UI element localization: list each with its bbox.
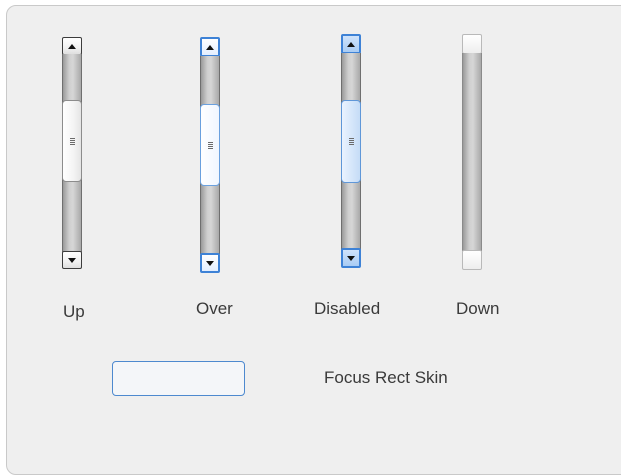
scroll-down-arrow-button <box>341 248 361 268</box>
scroll-up-arrow-button[interactable] <box>200 37 220 57</box>
scrollbar-up-state[interactable] <box>62 37 82 269</box>
grip-icon <box>69 137 75 145</box>
skin-preview-panel <box>6 5 621 475</box>
scrollbar-down-state[interactable] <box>462 34 482 270</box>
scrollbar-label-down: Down <box>456 299 500 318</box>
scroll-thumb <box>341 100 361 183</box>
grip-icon <box>207 141 213 149</box>
scrollbar-disabled-state <box>341 34 361 270</box>
scrollbar-label-up: Up <box>63 302 85 321</box>
scroll-down-arrow-button[interactable] <box>200 253 220 273</box>
scroll-thumb[interactable] <box>200 104 220 186</box>
scrollbar-label-over: Over <box>196 299 233 318</box>
arrow-up-icon <box>347 41 355 47</box>
scroll-down-arrow-button[interactable] <box>462 250 482 270</box>
arrow-down-icon <box>68 257 76 263</box>
scroll-down-arrow-button[interactable] <box>62 251 82 269</box>
grip-icon <box>348 138 354 145</box>
arrow-up-icon <box>206 44 214 50</box>
arrow-up-icon <box>68 43 76 49</box>
arrow-down-icon <box>206 260 214 266</box>
scroll-up-arrow-button[interactable] <box>62 37 82 55</box>
scroll-track[interactable] <box>462 53 482 251</box>
scroll-up-arrow-button <box>341 34 361 54</box>
focus-rect-skin <box>112 361 245 396</box>
scroll-up-arrow-button[interactable] <box>462 34 482 54</box>
arrow-down-icon <box>347 255 355 261</box>
scrollbar-over-state[interactable] <box>200 37 220 273</box>
focus-rect-label: Focus Rect Skin <box>324 368 448 387</box>
scroll-thumb[interactable] <box>62 100 82 182</box>
scrollbar-label-disabled: Disabled <box>314 299 381 318</box>
